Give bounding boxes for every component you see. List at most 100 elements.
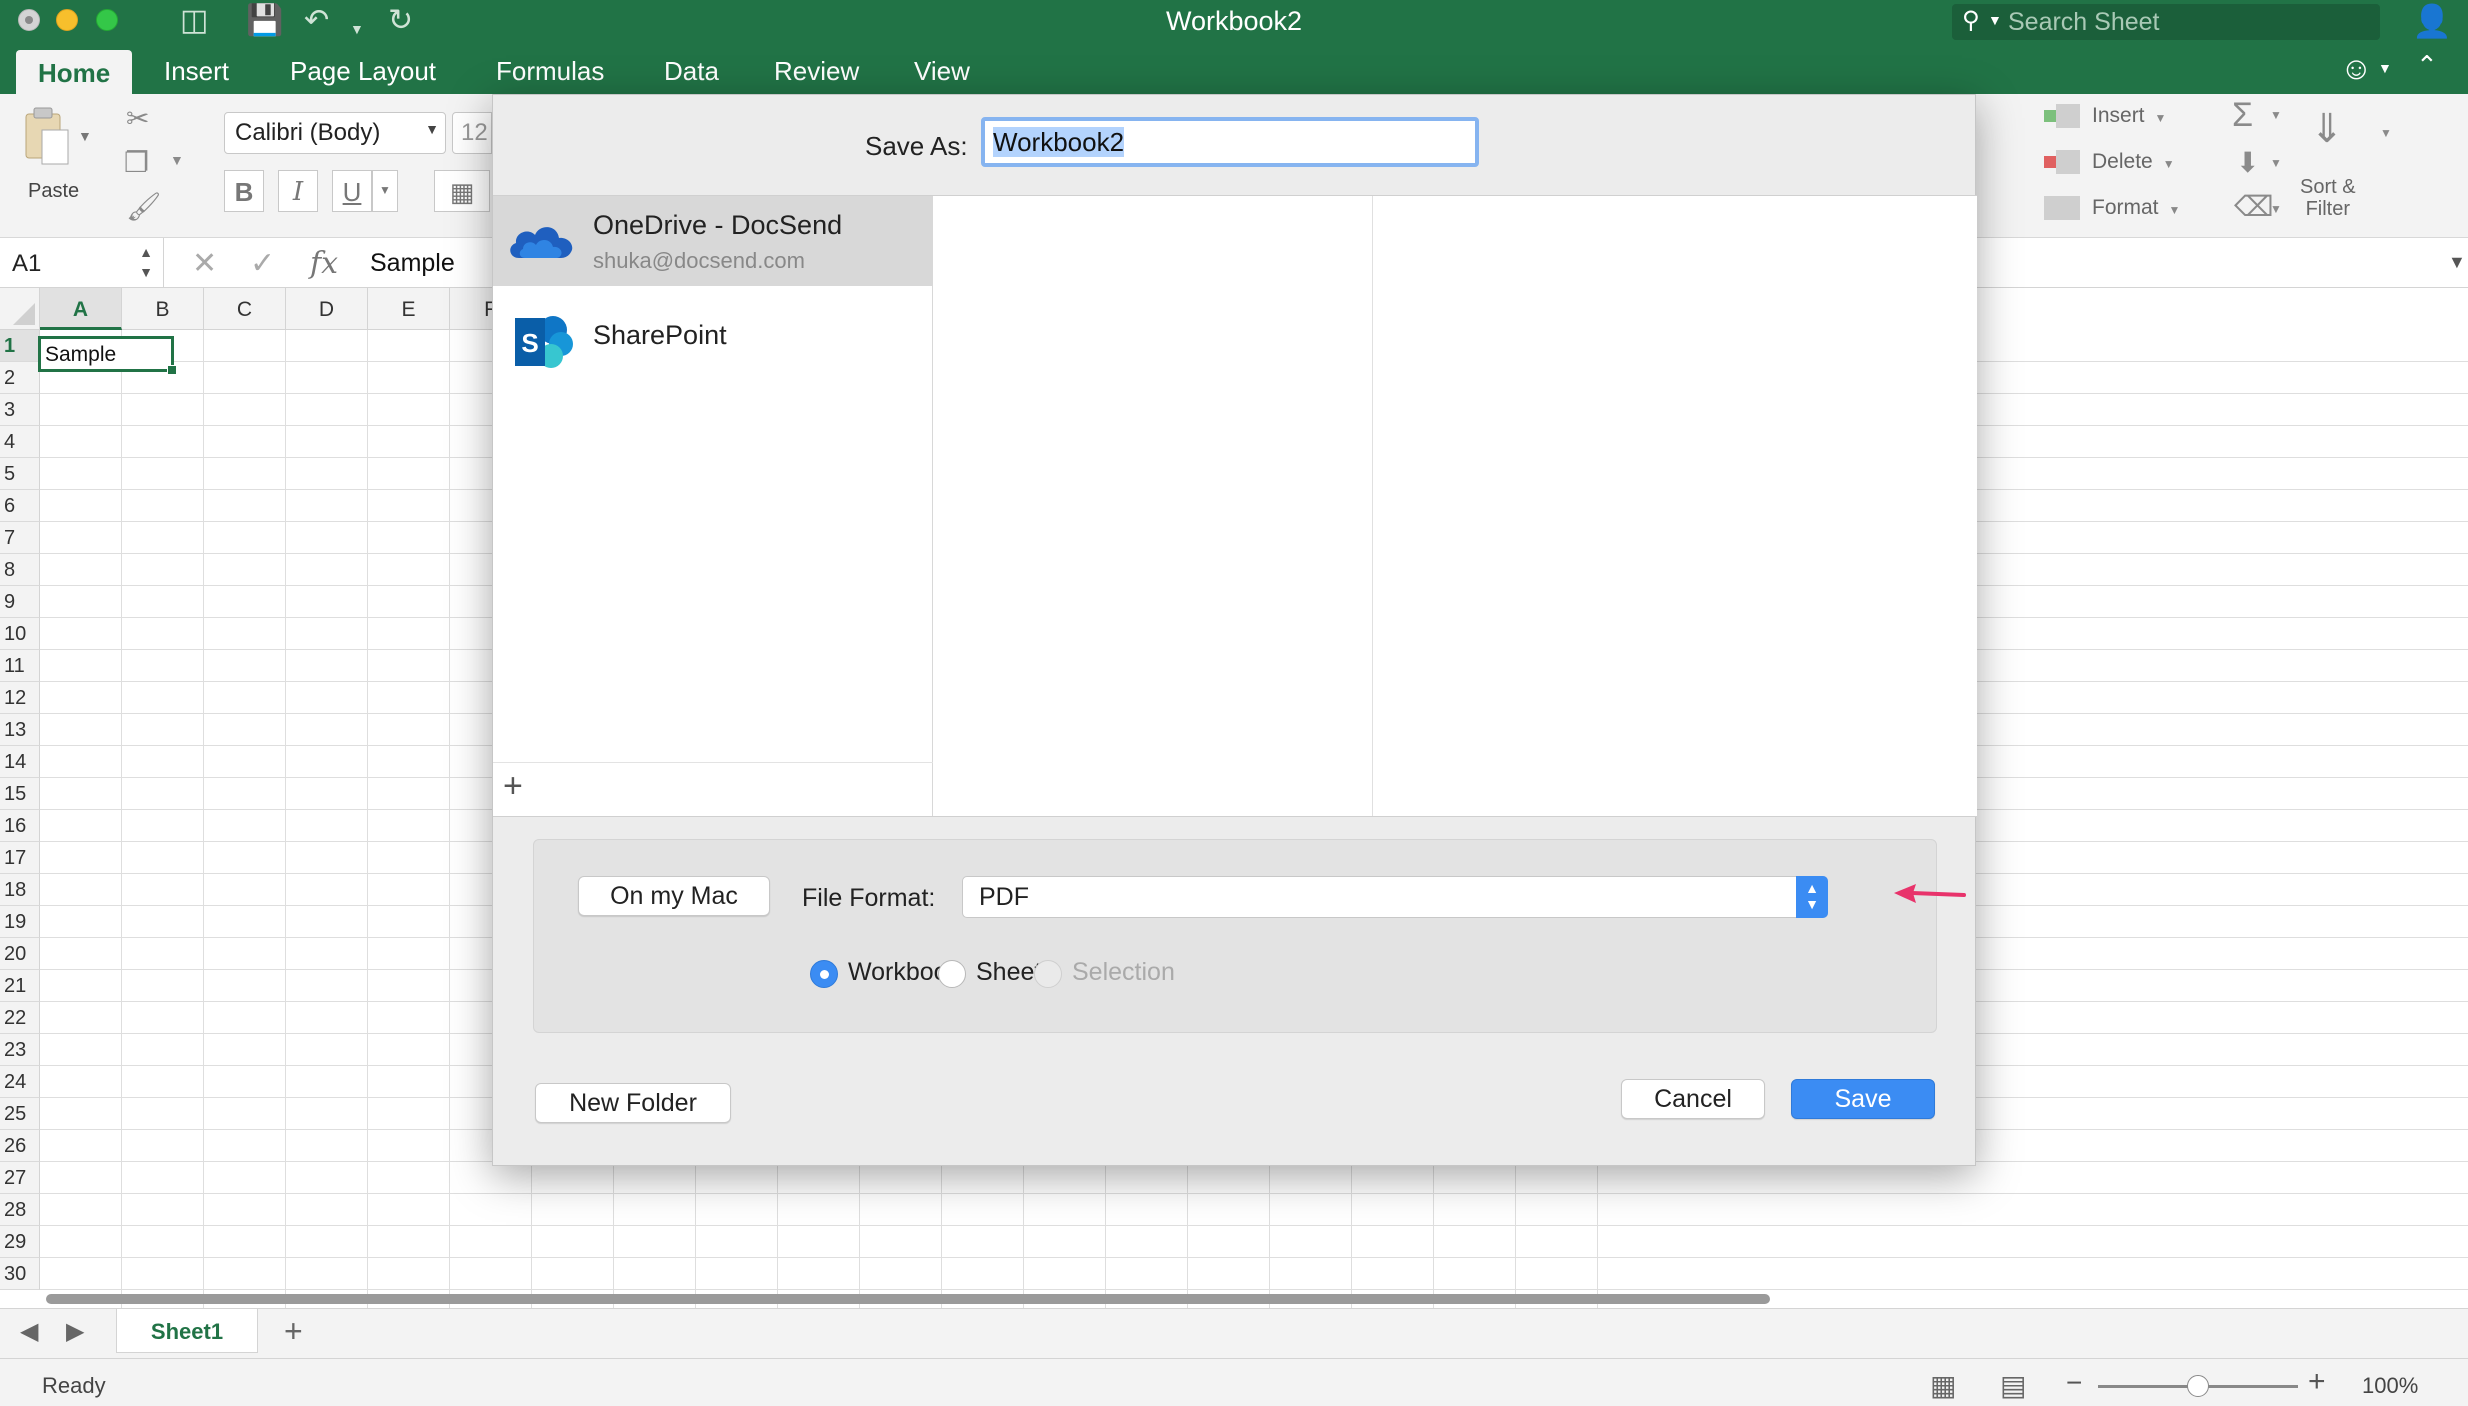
row-header-25[interactable]: 25: [0, 1098, 40, 1130]
borders-button[interactable]: ▦: [434, 170, 490, 212]
sheet-tab-sheet1[interactable]: Sheet1: [116, 1309, 258, 1353]
browser-column-3[interactable]: [1374, 196, 1976, 816]
tab-home[interactable]: Home: [16, 50, 133, 94]
row-header-17[interactable]: 17: [0, 842, 40, 874]
row-header-2[interactable]: 2: [0, 362, 40, 394]
name-box[interactable]: A1 ▲ ▼: [0, 238, 164, 288]
save-button[interactable]: Save: [1791, 1079, 1935, 1119]
row-header-22[interactable]: 22: [0, 1002, 40, 1034]
expand-formula-bar-icon[interactable]: ▼: [2448, 252, 2466, 273]
formula-input[interactable]: Sample: [370, 249, 455, 278]
row-header-4[interactable]: 4: [0, 426, 40, 458]
tab-view[interactable]: View: [914, 56, 970, 87]
tab-data[interactable]: Data: [664, 56, 719, 87]
autosum-dropdown-icon[interactable]: ▼: [2270, 108, 2282, 122]
font-name-select[interactable]: Calibri (Body) ▼: [224, 112, 446, 154]
row-header-11[interactable]: 11: [0, 650, 40, 682]
cancel-entry-icon[interactable]: ✕: [192, 246, 217, 281]
search-options-icon[interactable]: ▼: [1988, 12, 2002, 28]
add-person-icon[interactable]: 👤: [2412, 2, 2452, 40]
fill-icon[interactable]: ⬇: [2236, 146, 2259, 179]
column-header-d[interactable]: D: [286, 288, 368, 330]
location-sharepoint[interactable]: S SharePoint: [493, 300, 933, 380]
row-header-6[interactable]: 6: [0, 490, 40, 522]
page-layout-view-icon[interactable]: ▤: [2000, 1369, 2026, 1402]
row-header-24[interactable]: 24: [0, 1066, 40, 1098]
new-folder-button[interactable]: New Folder: [535, 1083, 731, 1123]
collapse-ribbon-icon[interactable]: ⌃: [2416, 50, 2438, 81]
insert-cells-button[interactable]: Insert ▼: [2044, 104, 2166, 129]
underline-button[interactable]: U: [332, 170, 372, 212]
row-header-28[interactable]: 28: [0, 1194, 40, 1226]
fill-dropdown-icon[interactable]: ▼: [2270, 156, 2282, 170]
row-header-21[interactable]: 21: [0, 970, 40, 1002]
name-box-stepper-icon[interactable]: ▲ ▼: [139, 242, 153, 282]
row-header-10[interactable]: 10: [0, 618, 40, 650]
normal-view-icon[interactable]: ▦: [1930, 1369, 1956, 1402]
row-header-27[interactable]: 27: [0, 1162, 40, 1194]
copy-dropdown-icon[interactable]: ▼: [170, 152, 184, 168]
horizontal-scrollbar[interactable]: [46, 1294, 1770, 1304]
column-header-e[interactable]: E: [368, 288, 450, 330]
location-onedrive[interactable]: OneDrive - DocSend shuka@docsend.com: [493, 196, 933, 286]
on-my-mac-button[interactable]: On my Mac: [578, 876, 770, 916]
column-header-c[interactable]: C: [204, 288, 286, 330]
previous-sheet-icon[interactable]: ◀: [20, 1317, 38, 1346]
row-header-18[interactable]: 18: [0, 874, 40, 906]
cancel-button[interactable]: Cancel: [1621, 1079, 1765, 1119]
row-header-14[interactable]: 14: [0, 746, 40, 778]
italic-button[interactable]: I: [278, 170, 318, 212]
feedback-dropdown-icon[interactable]: ▼: [2378, 60, 2392, 76]
feedback-smiley-icon[interactable]: ☺: [2340, 50, 2373, 87]
tab-review[interactable]: Review: [774, 56, 859, 87]
row-header-19[interactable]: 19: [0, 906, 40, 938]
copy-icon[interactable]: ❐: [124, 146, 149, 179]
column-header-a[interactable]: A: [40, 288, 122, 330]
zoom-out-button[interactable]: −: [2066, 1367, 2082, 1399]
underline-dropdown-button[interactable]: ▼: [372, 170, 398, 212]
zoom-in-button[interactable]: +: [2308, 1365, 2326, 1399]
cut-icon[interactable]: ✂: [126, 102, 149, 135]
row-header-1[interactable]: 1: [0, 330, 40, 362]
column-header-b[interactable]: B: [122, 288, 204, 330]
insert-function-button[interactable]: fx: [310, 246, 338, 281]
row-header-9[interactable]: 9: [0, 586, 40, 618]
tab-insert[interactable]: Insert: [164, 56, 229, 87]
sort-filter-dropdown-icon[interactable]: ▼: [2380, 126, 2392, 140]
browser-column-2[interactable]: [933, 196, 1373, 816]
clear-eraser-icon[interactable]: ⌫: [2234, 190, 2274, 223]
bold-button[interactable]: B: [224, 170, 264, 212]
tab-formulas[interactable]: Formulas: [496, 56, 604, 87]
row-header-8[interactable]: 8: [0, 554, 40, 586]
font-size-select[interactable]: 12: [452, 112, 492, 154]
row-header-20[interactable]: 20: [0, 938, 40, 970]
clear-dropdown-icon[interactable]: ▼: [2270, 202, 2282, 216]
row-header-29[interactable]: 29: [0, 1226, 40, 1258]
row-header-7[interactable]: 7: [0, 522, 40, 554]
row-header-16[interactable]: 16: [0, 810, 40, 842]
autosum-icon[interactable]: Σ: [2232, 96, 2253, 135]
delete-cells-button[interactable]: Delete ▼: [2044, 150, 2175, 175]
row-header-23[interactable]: 23: [0, 1034, 40, 1066]
row-header-13[interactable]: 13: [0, 714, 40, 746]
filename-input[interactable]: Workbook2: [981, 117, 1479, 167]
row-header-3[interactable]: 3: [0, 394, 40, 426]
add-sheet-icon[interactable]: +: [284, 1313, 303, 1350]
row-header-12[interactable]: 12: [0, 682, 40, 714]
format-cells-button[interactable]: Format ▼: [2044, 196, 2180, 221]
sort-filter-label[interactable]: Sort & Filter: [2300, 176, 2356, 220]
next-sheet-icon[interactable]: ▶: [66, 1317, 84, 1346]
select-all-button[interactable]: [0, 288, 40, 330]
row-header-15[interactable]: 15: [0, 778, 40, 810]
zoom-slider-thumb[interactable]: [2187, 1375, 2209, 1397]
row-header-26[interactable]: 26: [0, 1130, 40, 1162]
confirm-entry-icon[interactable]: ✓: [250, 246, 275, 281]
row-header-30[interactable]: 30: [0, 1258, 40, 1290]
zoom-level[interactable]: 100%: [2362, 1373, 2418, 1399]
search-sheet-input[interactable]: ⚲ ▼ Search Sheet: [1952, 4, 2380, 40]
paste-icon[interactable]: [20, 106, 72, 170]
add-location-button[interactable]: +: [493, 762, 933, 816]
format-painter-icon[interactable]: 🖌: [126, 190, 162, 223]
tab-page-layout[interactable]: Page Layout: [290, 56, 436, 87]
active-cell-a1[interactable]: Sample: [38, 336, 177, 375]
